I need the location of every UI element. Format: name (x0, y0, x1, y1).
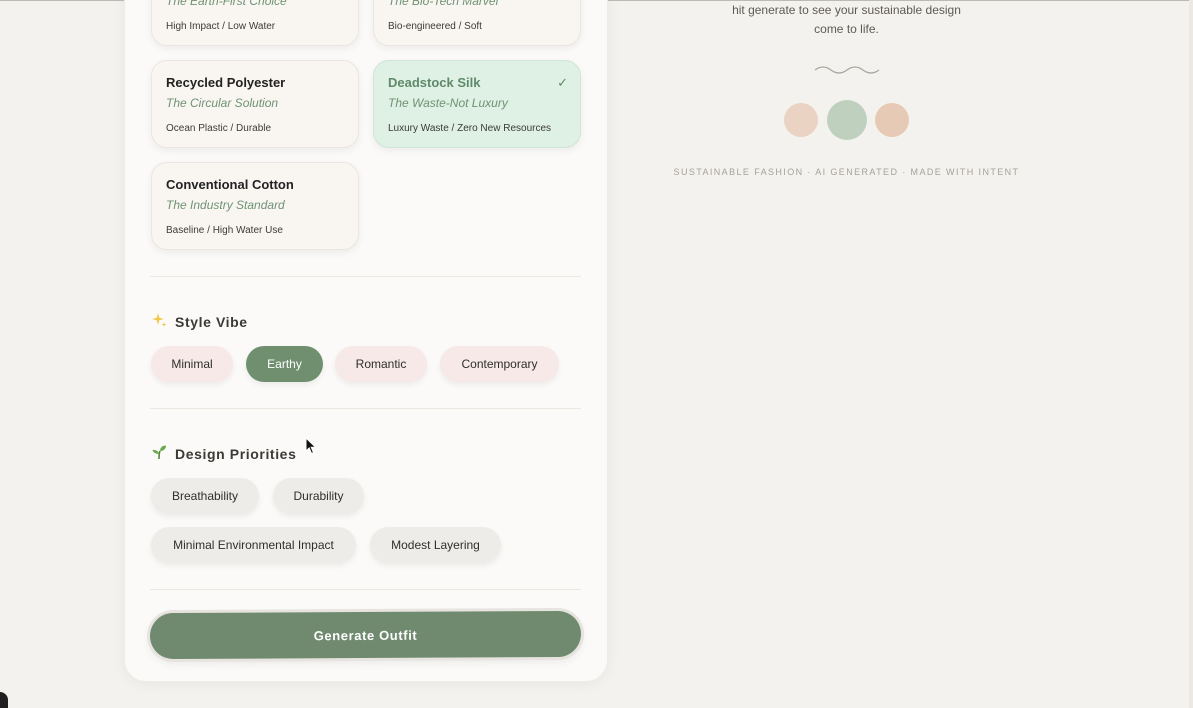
priority-chip-durability[interactable]: Durability (273, 478, 364, 514)
squiggle-divider-icon (814, 66, 880, 74)
section-divider (150, 408, 581, 409)
fabric-card-conventional-cotton[interactable]: Conventional Cotton The Industry Standar… (151, 162, 359, 250)
window-edge (1189, 0, 1193, 708)
design-priorities-heading: Design Priorities (151, 444, 296, 463)
fabric-card-meta: High Impact / Low Water (166, 21, 276, 32)
fabric-card-meta: Ocean Plastic / Durable (166, 123, 272, 134)
palette-swatch-3 (875, 103, 909, 137)
section-title-label: Design Priorities (175, 445, 297, 462)
fabric-card-deadstock-silk[interactable]: Deadstock Silk The Waste-Not Luxury Luxu… (373, 60, 581, 148)
fabric-card-biotech[interactable]: The Bio-Tech Marvel Bio-engineered / Sof… (373, 0, 581, 46)
style-chip-contemporary[interactable]: Contemporary (440, 346, 559, 382)
window-corner (0, 692, 8, 708)
mouse-cursor-icon (305, 437, 317, 455)
fabric-card-title: Deadstock Silk (388, 75, 481, 90)
fabric-card-title: Recycled Polyester (166, 75, 286, 90)
priority-chip-breathability[interactable]: Breathability (151, 478, 259, 514)
sprout-icon (151, 444, 167, 463)
section-title-label: Style Vibe (175, 313, 248, 330)
intro-line-1: hit generate to see your sustainable des… (732, 3, 961, 17)
section-divider (150, 276, 581, 277)
fabric-card-title: Conventional Cotton (166, 177, 294, 192)
fabric-card-subtitle: The Waste-Not Luxury (388, 96, 508, 110)
fabric-card-recycled-polyester[interactable]: Recycled Polyester The Circular Solution… (151, 60, 359, 148)
footer-tagline: SUSTAINABLE FASHION · AI GENERATED · MAD… (673, 167, 1020, 177)
fabric-card-subtitle: The Circular Solution (166, 96, 279, 110)
fabric-card-subtitle: The Bio-Tech Marvel (388, 0, 499, 8)
palette-swatch-1 (784, 103, 818, 137)
fabric-card-meta: Bio-engineered / Soft (388, 21, 482, 32)
intro-message: hit generate to see your sustainable des… (700, 1, 993, 39)
priority-chip-minimal-environmental-impact[interactable]: Minimal Environmental Impact (151, 527, 356, 563)
checkmark-icon: ✓ (557, 75, 568, 90)
sparkles-icon (151, 312, 167, 331)
fabric-card-meta: Luxury Waste / Zero New Resources (388, 123, 552, 134)
palette-swatch-2 (827, 100, 867, 140)
intro-line-2: come to life. (814, 22, 879, 36)
section-divider (150, 589, 581, 590)
style-chip-romantic[interactable]: Romantic (335, 346, 427, 382)
priority-chip-modest-layering[interactable]: Modest Layering (370, 527, 501, 563)
fabric-card-subtitle: The Earth-First Choice (166, 0, 287, 8)
style-chip-earthy[interactable]: Earthy (246, 346, 323, 382)
style-chip-minimal[interactable]: Minimal (151, 346, 233, 382)
generate-outfit-button[interactable]: Generate Outfit (149, 610, 582, 660)
fabric-card-subtitle: The Industry Standard (166, 198, 285, 212)
fabric-card-meta: Baseline / High Water Use (166, 225, 283, 236)
fabric-card-organic[interactable]: The Earth-First Choice High Impact / Low… (151, 0, 359, 46)
style-vibe-heading: Style Vibe (151, 312, 248, 331)
